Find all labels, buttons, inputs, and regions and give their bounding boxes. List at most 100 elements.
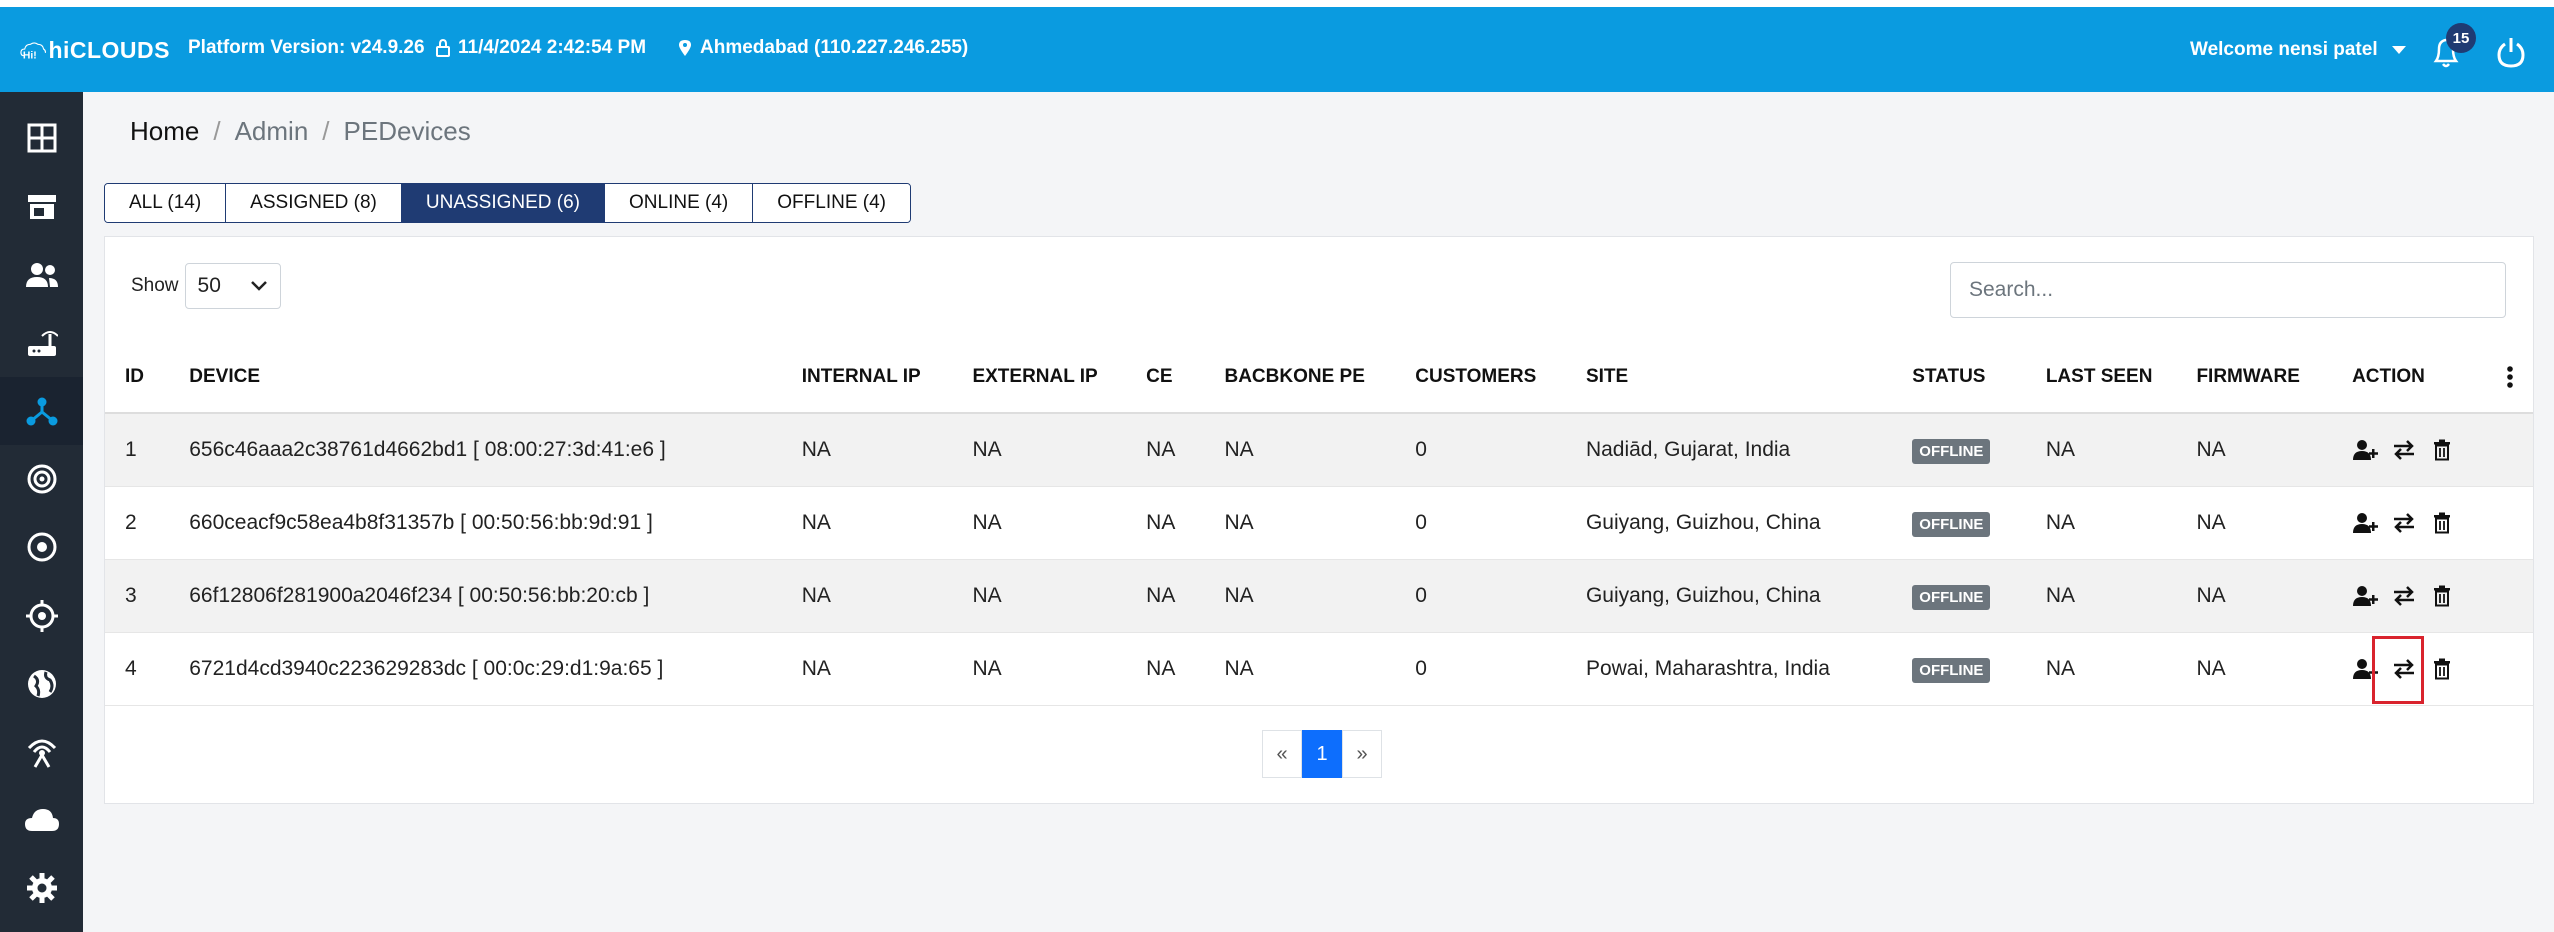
column-header-last-seen[interactable]: LAST SEEN: [2025, 341, 2177, 414]
delete-icon[interactable]: [2428, 436, 2456, 464]
cell-last-seen: NA: [2025, 486, 2177, 560]
column-header-status[interactable]: STATUS: [1892, 341, 2026, 414]
column-header-firmware[interactable]: FIRMWARE: [2176, 341, 2333, 414]
column-header-site[interactable]: SITE: [1565, 341, 1893, 414]
cell-firmware: NA: [2176, 559, 2333, 633]
sidebar-item-target[interactable]: [0, 513, 83, 581]
platform-version: Platform Version: v24.9.26: [188, 37, 425, 58]
pagination-page[interactable]: 1: [1302, 730, 1342, 778]
table-row: 1 656c46aaa2c38761d4662bd1 [ 08:00:27:3d…: [105, 413, 2533, 487]
cell-backbone-pe: NA: [1204, 486, 1396, 560]
sidebar-item-cloud[interactable]: [0, 786, 83, 854]
cell-id: 3: [105, 559, 170, 633]
map-pin-icon: [679, 40, 691, 56]
pagination-next[interactable]: »: [1342, 730, 1382, 778]
datetime-display: 11/4/2024 2:42:54 PM: [436, 37, 646, 59]
transfer-highlight-box: [2372, 636, 2424, 704]
sidebar-item-network[interactable]: [0, 377, 83, 445]
table-row: 4 6721d4cd3940c223629283dc [ 00:0c:29:d1…: [105, 632, 2533, 706]
sidebar-item-store[interactable]: [0, 172, 83, 240]
cell-external-ip: NA: [952, 632, 1127, 706]
column-header-backbone-pe[interactable]: BACBKONE PE: [1204, 341, 1396, 414]
svg-text:Hi!: Hi!: [23, 50, 37, 61]
cell-device: 656c46aaa2c38761d4662bd1 [ 08:00:27:3d:4…: [169, 413, 782, 487]
sidebar-item-signal[interactable]: [0, 445, 83, 513]
cell-status: OFFLINE: [1892, 486, 2026, 560]
cell-backbone-pe: NA: [1204, 559, 1396, 633]
status-badge: OFFLINE: [1912, 511, 1991, 537]
transfer-icon[interactable]: [2390, 436, 2418, 464]
page-size-select[interactable]: 50: [184, 263, 281, 309]
chevron-down-icon: [250, 281, 267, 291]
column-header-ce[interactable]: CE: [1126, 341, 1205, 414]
cell-device: 660ceacf9c58ea4b8f31357b [ 00:50:56:bb:9…: [169, 486, 782, 560]
cell-firmware: NA: [2176, 413, 2333, 487]
cell-backbone-pe: NA: [1204, 632, 1396, 706]
cell-internal-ip: NA: [781, 413, 953, 487]
cell-id: 2: [105, 486, 170, 560]
filter-tabs: ALL (14) ASSIGNED (8) UNASSIGNED (6) ONL…: [104, 183, 911, 223]
cell-site: Guiyang, Guizhou, China: [1565, 559, 1893, 633]
top-strip: [0, 0, 2554, 7]
tab-online[interactable]: ONLINE (4): [605, 184, 754, 222]
delete-icon[interactable]: [2428, 509, 2456, 537]
transfer-icon[interactable]: [2390, 509, 2418, 537]
user-menu[interactable]: Welcome nensi patel: [2190, 39, 2406, 61]
devices-table: ID DEVICE INTERNAL IP EXTERNAL IP CE BAC…: [105, 341, 2533, 706]
assign-user-icon[interactable]: [2352, 582, 2380, 610]
cell-action: [2332, 632, 2533, 706]
column-header-device[interactable]: DEVICE: [169, 341, 782, 414]
pagination: « 1 »: [1262, 730, 1382, 778]
sidebar-item-antenna[interactable]: [0, 718, 83, 786]
tab-unassigned[interactable]: UNASSIGNED (6): [401, 184, 606, 222]
cell-external-ip: NA: [952, 559, 1127, 633]
breadcrumb-admin[interactable]: Admin: [235, 116, 309, 147]
assign-user-icon[interactable]: [2352, 509, 2380, 537]
cell-action: [2332, 486, 2533, 560]
cell-last-seen: NA: [2025, 413, 2177, 487]
location-text: Ahmedabad (110.227.246.255): [700, 37, 969, 58]
delete-icon[interactable]: [2428, 655, 2456, 683]
tab-all[interactable]: ALL (14): [105, 184, 227, 222]
target-icon: [27, 532, 56, 562]
pagination-prev[interactable]: «: [1262, 730, 1302, 778]
show-label: Show: [131, 275, 179, 296]
cell-site: Guiyang, Guizhou, China: [1565, 486, 1893, 560]
breadcrumb-current: PEDevices: [343, 116, 471, 146]
sidebar-item-router[interactable]: [0, 309, 83, 377]
signal-icon: [27, 464, 56, 494]
cell-site: Nadiād, Gujarat, India: [1565, 413, 1893, 487]
cell-device: 66f12806f281900a2046f234 [ 00:50:56:bb:2…: [169, 559, 782, 633]
assign-user-icon[interactable]: [2352, 436, 2380, 464]
store-icon: [27, 195, 56, 219]
cell-ce: NA: [1126, 413, 1205, 487]
column-header-id[interactable]: ID: [105, 341, 170, 414]
tab-offline[interactable]: OFFLINE (4): [753, 184, 910, 222]
cell-ce: NA: [1126, 559, 1205, 633]
cell-internal-ip: NA: [781, 559, 953, 633]
tab-assigned[interactable]: ASSIGNED (8): [226, 184, 402, 222]
logo[interactable]: Hi! hiCLOUDS: [20, 25, 170, 75]
settings-icon: [26, 873, 57, 903]
breadcrumb-home[interactable]: Home: [130, 116, 199, 147]
cell-customers: 0: [1395, 486, 1566, 560]
table-row: 3 66f12806f281900a2046f234 [ 00:50:56:bb…: [105, 559, 2533, 633]
sidebar-item-settings[interactable]: [0, 854, 83, 922]
column-header-customers[interactable]: CUSTOMERS: [1395, 341, 1566, 414]
search-input[interactable]: [1950, 262, 2506, 318]
cell-id: 4: [105, 632, 170, 706]
power-icon[interactable]: [2495, 35, 2527, 69]
delete-icon[interactable]: [2428, 582, 2456, 610]
sidebar-item-globe[interactable]: [0, 650, 83, 718]
column-header-external-ip[interactable]: EXTERNAL IP: [952, 341, 1127, 414]
cell-ce: NA: [1126, 486, 1205, 560]
sidebar-item-users[interactable]: [0, 241, 83, 309]
cell-backbone-pe: NA: [1204, 413, 1396, 487]
column-header-internal-ip[interactable]: INTERNAL IP: [781, 341, 953, 414]
transfer-icon[interactable]: [2390, 582, 2418, 610]
sidebar-item-crosshair[interactable]: [0, 582, 83, 650]
cell-action: [2332, 413, 2533, 487]
sidebar-item-dashboard[interactable]: [0, 104, 83, 172]
breadcrumb-separator: /: [322, 116, 330, 146]
cell-customers: 0: [1395, 632, 1566, 706]
